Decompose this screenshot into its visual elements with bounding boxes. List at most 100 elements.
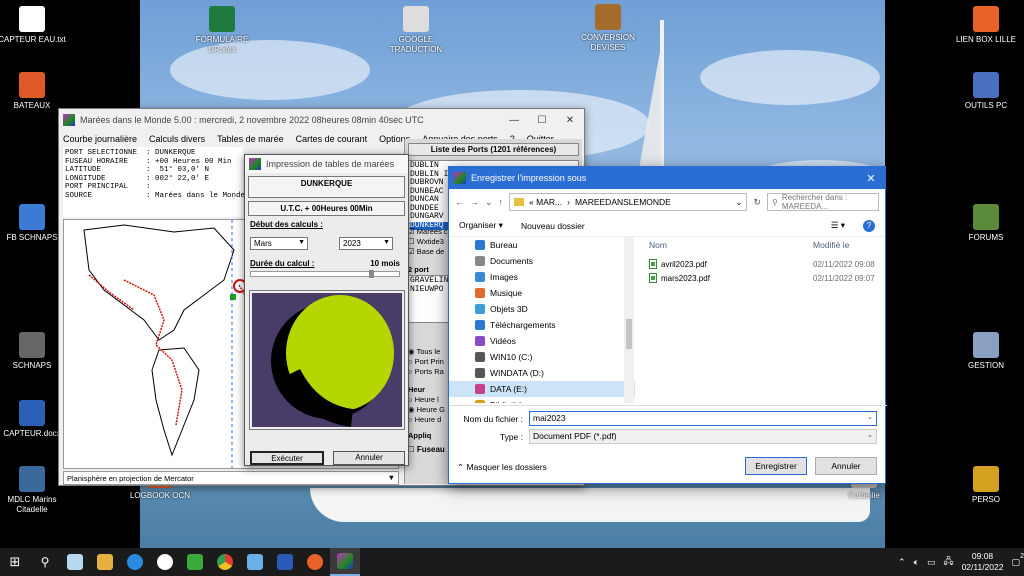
chevron-down-icon[interactable]: ▼: [388, 473, 395, 482]
volume-icon[interactable]: 🔈︎: [914, 557, 919, 568]
taskbar-app-2[interactable]: [90, 548, 120, 576]
desktop-icon-gestion[interactable]: GESTION: [950, 332, 1022, 371]
hide-folders-toggle[interactable]: ⌃ Masquer les dossiers: [457, 462, 547, 473]
chevron-down-icon[interactable]: ⌄: [867, 413, 873, 421]
print-titlebar[interactable]: Impression de tables de marées: [245, 155, 408, 173]
taskbar-maree[interactable]: [330, 548, 360, 576]
recent-icon[interactable]: ⌄: [485, 197, 493, 208]
taskbar-chrome[interactable]: [210, 548, 240, 576]
clock[interactable]: 09:08 02/11/2022: [962, 551, 1004, 573]
year-select[interactable]: 2023 ▼: [339, 237, 393, 250]
view-icon[interactable]: ☰ ▾: [831, 220, 845, 231]
nav-item-biblioth-ques[interactable]: Bibliothèques: [449, 397, 635, 403]
network-icon[interactable]: 🖧︎: [944, 554, 954, 570]
new-folder-button[interactable]: Nouveau dossier: [521, 221, 585, 231]
start-button[interactable]: ⊞: [0, 548, 30, 576]
menu-item-tables-de-mar-e[interactable]: Tables de marée: [217, 134, 284, 144]
taskbar-firefox[interactable]: [300, 548, 330, 576]
display-icon[interactable]: ▭: [927, 557, 936, 568]
duree-value: 10 mois: [370, 259, 400, 268]
desktop-icon-bateaux[interactable]: BATEAUX: [0, 72, 68, 111]
nav-scrollbar[interactable]: [624, 237, 634, 403]
nav-item-win10-c[interactable]: WIN10 (C:): [449, 349, 635, 365]
taskbar-app-1[interactable]: [60, 548, 90, 576]
option-label: ☐ Wxtide3: [408, 237, 444, 246]
taskbar-app-6[interactable]: [240, 548, 270, 576]
close-icon[interactable]: ✕: [556, 115, 584, 126]
nav-item-documents[interactable]: Documents: [449, 253, 635, 269]
column-modified[interactable]: Modifié le: [813, 240, 849, 250]
desktop-icon-google-traduction[interactable]: GOOGLE TRADUCTION: [380, 6, 452, 55]
file-row[interactable]: avril2023.pdf 02/11/2022 09:08: [641, 257, 881, 271]
taskbar: ⊞ ⚲ ⌃ 🔈︎ ▭ 🖧︎ 09:08 02/11/2022 ▢ 2: [0, 548, 1024, 576]
back-icon[interactable]: ←: [455, 197, 464, 207]
nav-item-images[interactable]: Images: [449, 269, 635, 285]
nav-item-data-e[interactable]: DATA (E:): [449, 381, 635, 397]
nav-item-label: Vidéos: [490, 336, 516, 346]
desktop-icon-capteur-eau-txt[interactable]: CAPTEUR EAU.txt: [0, 6, 68, 45]
desktop-icon-label: CAPTEUR EAU.txt: [0, 35, 66, 44]
slider-thumb[interactable]: [369, 270, 374, 278]
search-icon[interactable]: ⚲: [30, 548, 60, 576]
file-row[interactable]: mars2023.pdf 02/11/2022 09:07: [641, 271, 881, 285]
address-bar[interactable]: « MAR... › MAREEDANSLEMONDE ⌄: [509, 193, 748, 211]
desktop-icon-perso[interactable]: PERSO: [950, 466, 1022, 505]
address-row: ← → ⌄ ↑ « MAR... › MAREEDANSLEMONDE ⌄ ↻ …: [449, 189, 885, 215]
menu-item-calculs-divers[interactable]: Calculs divers: [149, 134, 205, 144]
tools-icon: [973, 72, 999, 98]
desktop-icon-outils-pc[interactable]: OUTILS PC: [950, 72, 1022, 111]
month-select[interactable]: Mars ▼: [250, 237, 308, 250]
biblioth-ques-icon: [475, 400, 485, 403]
desktop-icon-forums[interactable]: FORUMS: [950, 204, 1022, 243]
up-icon[interactable]: ↑: [499, 197, 504, 207]
win10-c-icon: [475, 352, 485, 362]
save-titlebar[interactable]: Enregistrer l'impression sous ✕: [449, 167, 885, 189]
taskbar-app-5[interactable]: [180, 548, 210, 576]
map-projection-select[interactable]: Planisphère en projection de Mercator ▼: [63, 471, 399, 485]
refresh-icon[interactable]: ↻: [753, 197, 761, 208]
desktop-icon-conversion-devises[interactable]: CONVERSION DEVISES: [572, 4, 644, 53]
option-label: ○ Heure l: [408, 395, 439, 404]
forward-icon[interactable]: →: [470, 197, 479, 207]
app-icon: [247, 554, 263, 570]
execute-button[interactable]: Exécuter: [250, 451, 324, 465]
desktop-icon-label: Corbeille: [848, 491, 880, 500]
badge-icon: [19, 466, 45, 492]
menu-item-cartes-de-courant[interactable]: Cartes de courant: [296, 134, 368, 144]
nav-item-t-l-chargements[interactable]: Téléchargements: [449, 317, 635, 333]
year-value: 2023: [343, 239, 361, 248]
images-icon: [475, 272, 485, 282]
nav-item-windata-d[interactable]: WINDATA (D:): [449, 365, 635, 381]
filename-field[interactable]: mai2023 ⌄: [529, 411, 877, 426]
menu-item-courbe-journali-re[interactable]: Courbe journalière: [63, 134, 137, 144]
desktop-icon-lien-box-lille[interactable]: LIEN BOX LILLE: [950, 6, 1022, 45]
maree-titlebar[interactable]: Marées dans le Monde 5.00 : mercredi, 2 …: [59, 109, 584, 131]
help-icon[interactable]: ?: [863, 219, 875, 232]
nav-item-vid-os[interactable]: Vidéos: [449, 333, 635, 349]
cancel-print-button[interactable]: Annuler: [333, 451, 405, 465]
save-button[interactable]: Enregistrer: [745, 457, 807, 475]
taskbar-app-3[interactable]: [120, 548, 150, 576]
column-name[interactable]: Nom: [641, 240, 813, 250]
close-icon[interactable]: ✕: [857, 172, 885, 185]
taskbar-app-4[interactable]: [150, 548, 180, 576]
scrollbar-thumb[interactable]: [626, 319, 632, 349]
nav-item-musique[interactable]: Musique: [449, 285, 635, 301]
maree-title: Marées dans le Monde 5.00 : mercredi, 2 …: [80, 115, 424, 125]
nav-item-objets-3d[interactable]: Objets 3D: [449, 301, 635, 317]
search-input[interactable]: ⚲ Rechercher dans : MAREEDA...: [767, 193, 879, 211]
maximize-icon[interactable]: ☐: [528, 115, 556, 126]
taskbar-app-7[interactable]: [270, 548, 300, 576]
cancel-button[interactable]: Annuler: [815, 457, 877, 475]
chevron-up-icon[interactable]: ⌃: [898, 557, 906, 568]
duree-slider[interactable]: [250, 270, 400, 278]
pirate-icon: [19, 332, 45, 358]
notification-icon[interactable]: ▢ 2: [1011, 553, 1024, 568]
desktop-icon-formulaire-ur-xlsx[interactable]: FORMULAIRE UR.xlsx: [186, 6, 258, 55]
minimize-icon[interactable]: —: [500, 115, 528, 126]
chevron-down-icon[interactable]: ⌄: [735, 197, 742, 208]
ship-icon: [19, 204, 45, 230]
nav-item-bureau[interactable]: Bureau: [449, 237, 635, 253]
filetype-select[interactable]: Document PDF (*.pdf) ⌄: [529, 429, 877, 444]
organiser-button[interactable]: Organiser ▾: [459, 220, 503, 231]
